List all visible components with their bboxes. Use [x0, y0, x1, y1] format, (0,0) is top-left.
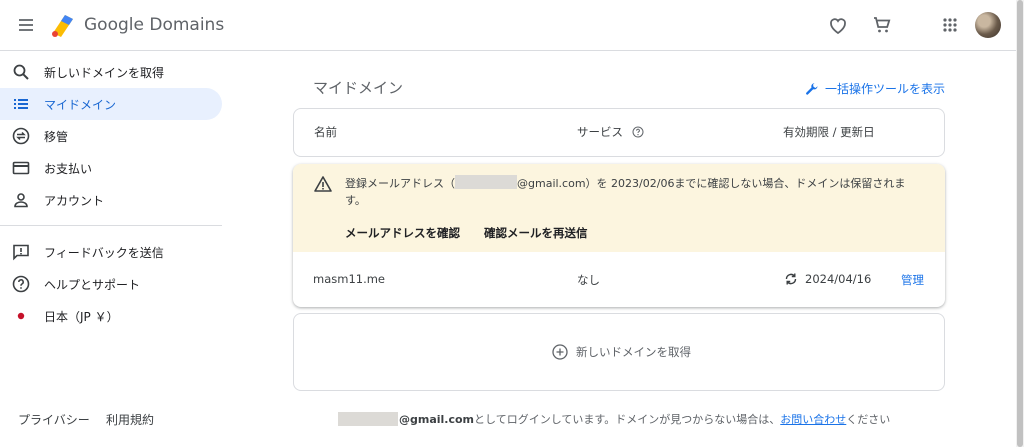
verify-email-button[interactable]: メールアドレスを確認 — [345, 225, 460, 241]
sidebar-item-get-domain[interactable]: 新しいドメインを取得 — [0, 56, 222, 88]
sidebar-item-locale[interactable]: 日本（JP ￥） — [0, 300, 222, 332]
domain-list-header: 名前 サービス 有効期限 / 更新日 — [293, 108, 945, 157]
contact-us-link[interactable]: お問い合わせ — [780, 411, 846, 427]
terms-link[interactable]: 利用規約 — [106, 411, 154, 428]
table-row[interactable]: masm11.me なし 2024/04/16 管理 — [293, 252, 945, 307]
login-status-text: としてログインしています。ドメインが見つからない場合は、 — [474, 413, 781, 426]
column-header-expiry[interactable]: 有効期限 / 更新日 — [783, 124, 875, 140]
column-header-name[interactable]: 名前 — [314, 124, 337, 140]
add-domain-button[interactable]: 新しいドメインを取得 — [552, 344, 691, 360]
column-header-services-label: サービス — [577, 125, 623, 139]
domain-expiry: 2024/04/16 — [784, 272, 871, 286]
japan-flag-dot — [11, 306, 31, 326]
help-icon — [11, 274, 31, 294]
redacted-email — [455, 175, 517, 189]
domain-expiry-date: 2024/04/16 — [805, 272, 872, 286]
sidebar-item-label: お支払い — [44, 161, 93, 176]
sidebar-item-help[interactable]: ヘルプとサポート — [0, 268, 222, 300]
person-icon — [11, 190, 31, 210]
sidebar-item-transfer[interactable]: 移管 — [0, 120, 222, 152]
domain-card: 登録メールアドレス（ @gmail.com）を 2023/02/06までに確認しな… — [293, 164, 945, 307]
cart-icon[interactable] — [870, 13, 894, 37]
privacy-link[interactable]: プライバシー — [18, 411, 90, 428]
login-email-suffix: @gmail.com — [399, 412, 475, 426]
brand-title[interactable]: Google Domains — [84, 15, 224, 35]
resend-verification-button[interactable]: 確認メールを再送信 — [484, 225, 588, 241]
add-domain-card[interactable]: 新しいドメインを取得 — [293, 313, 945, 391]
search-icon — [11, 62, 31, 82]
column-header-services[interactable]: サービス — [577, 124, 644, 140]
page-title: マイドメイン — [313, 79, 404, 97]
top-app-bar: Google Domains — [0, 0, 1016, 51]
email-verification-warning: 登録メールアドレス（ @gmail.com）を 2023/02/06までに確認しな… — [293, 164, 945, 252]
warning-text-start: 登録メールアドレス（ — [345, 177, 455, 190]
sidebar-item-billing[interactable]: お支払い — [0, 152, 222, 184]
bulk-tool-label: 一括操作ツールを表示 — [825, 82, 946, 96]
sidebar-item-label: フィードバックを送信 — [44, 245, 164, 260]
credit-card-icon — [11, 158, 31, 178]
sidebar-item-label: ヘルプとサポート — [44, 277, 141, 292]
sidebar: 新しいドメインを取得 マイドメイン 移管 お支払い アカウント フィードバックを… — [0, 52, 232, 447]
add-domain-label: 新しいドメインを取得 — [576, 345, 691, 359]
warning-icon — [314, 176, 332, 192]
list-icon — [11, 94, 31, 114]
sidebar-item-account[interactable]: アカウント — [0, 184, 222, 216]
sidebar-item-feedback[interactable]: フィードバックを送信 — [0, 236, 222, 268]
scrollbar-thumb[interactable] — [1017, 0, 1023, 447]
sidebar-item-label: 新しいドメインを取得 — [44, 65, 165, 80]
help-icon[interactable] — [632, 126, 644, 138]
login-status-tail: ください — [846, 413, 891, 426]
apps-grid-icon[interactable] — [938, 13, 962, 37]
sidebar-item-label: アカウント — [44, 193, 105, 208]
sidebar-divider — [0, 225, 222, 226]
menu-icon[interactable] — [14, 13, 38, 37]
sidebar-item-label: マイドメイン — [44, 97, 117, 112]
favorite-heart-icon[interactable] — [826, 13, 850, 37]
sidebar-item-label: 移管 — [44, 129, 69, 144]
login-status-note: @gmail.com としてログインしています。ドメインが見つからない場合は、お… — [338, 411, 890, 427]
feedback-icon — [11, 242, 31, 262]
redacted-email — [338, 412, 398, 426]
wrench-icon — [806, 82, 818, 95]
transfer-icon — [11, 126, 31, 146]
auto-renew-icon — [785, 273, 797, 285]
google-domains-logo[interactable] — [50, 13, 76, 39]
avatar[interactable] — [975, 12, 1001, 38]
warning-text: 登録メールアドレス（ @gmail.com）を 2023/02/06までに確認しな… — [345, 175, 915, 209]
bulk-tool-link[interactable]: 一括操作ツールを表示 — [805, 80, 945, 97]
manage-button[interactable]: 管理 — [901, 272, 924, 288]
sidebar-item-label: 日本（JP ￥） — [44, 309, 119, 324]
sidebar-item-my-domains[interactable]: マイドメイン — [0, 88, 222, 120]
add-circle-icon — [552, 344, 568, 360]
domain-name[interactable]: masm11.me — [313, 272, 385, 286]
domain-services: なし — [577, 273, 600, 287]
